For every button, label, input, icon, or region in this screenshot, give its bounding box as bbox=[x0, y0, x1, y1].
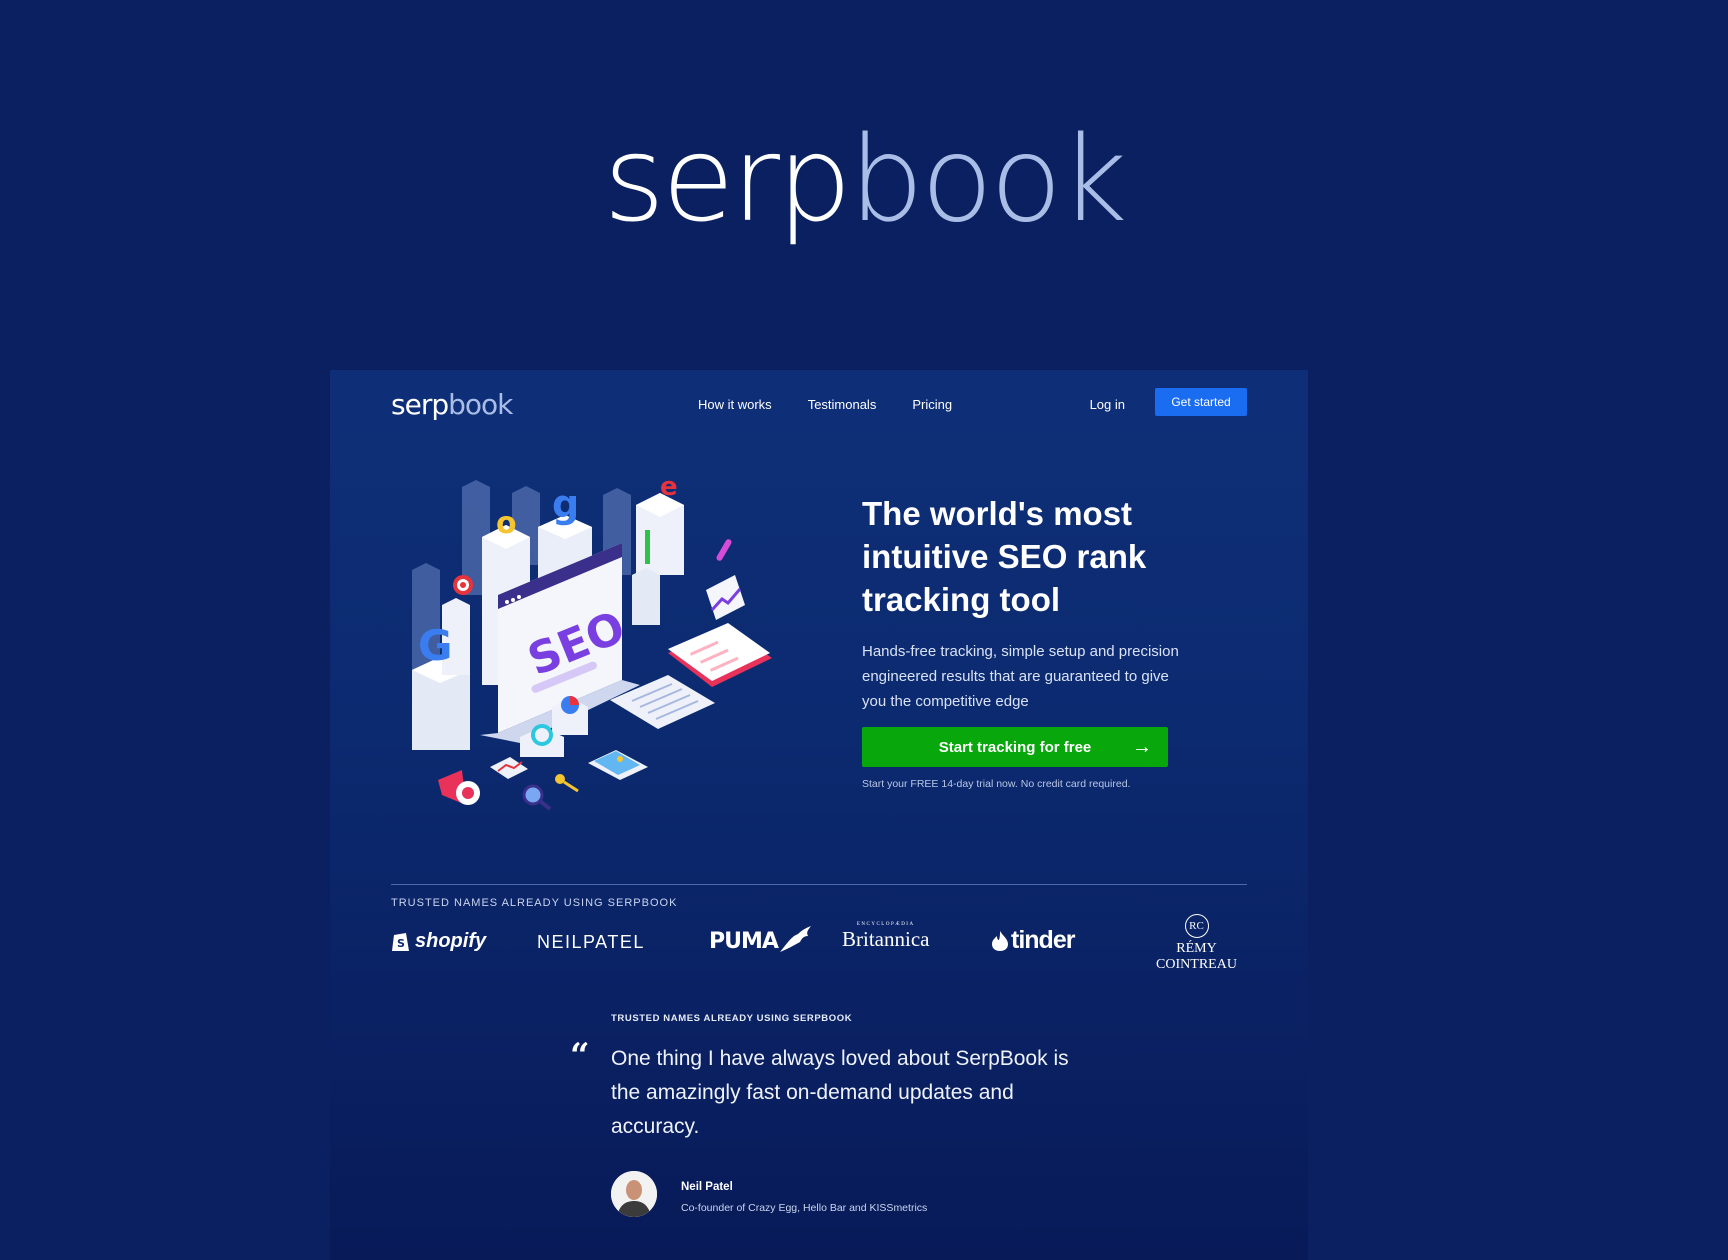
puma-logo: PUMA bbox=[709, 924, 812, 954]
brand-logo-large: serpbook bbox=[0, 120, 1728, 238]
britannica-logo: ENCYCLOPÆDIA Britannica bbox=[842, 922, 929, 952]
svg-text:S: S bbox=[397, 937, 405, 950]
letter-g-blue-icon: G bbox=[418, 621, 452, 670]
remy-wordmark: RÉMY COINTREAU bbox=[1156, 941, 1237, 972]
shopify-wordmark: shopify bbox=[415, 929, 487, 952]
login-link[interactable]: Log in bbox=[1090, 397, 1125, 412]
testimonial-author-role: Co-founder of Crazy Egg, Hello Bar and K… bbox=[681, 1202, 928, 1214]
hero-text: The world's most intuitive SEO rank trac… bbox=[862, 492, 1182, 714]
target-icon bbox=[453, 575, 473, 595]
megaphone-icon bbox=[438, 770, 480, 805]
testimonial-quote: One thing I have always loved about Serp… bbox=[611, 1047, 1069, 1138]
trusted-heading: TRUSTED NAMES ALREADY USING SERPBOOK bbox=[391, 897, 678, 909]
top-navigation: serpbook How it works Testimonals Pricin… bbox=[391, 388, 1247, 428]
nav-links: How it works Testimonals Pricing bbox=[698, 397, 952, 412]
testimonial-author: Neil Patel bbox=[681, 1181, 733, 1193]
client-logos: S shopify NEILPATEL PUMA ENCYCLOPÆDIA Br… bbox=[391, 914, 1251, 972]
person-avatar-icon bbox=[611, 1171, 657, 1217]
trial-note: Start your FREE 14-day trial now. No cre… bbox=[862, 778, 1131, 790]
neilpatel-logo: NEILPATEL bbox=[537, 932, 645, 952]
start-tracking-label: Start tracking for free bbox=[938, 738, 1092, 756]
quote-mark-icon: “ bbox=[570, 1036, 590, 1076]
tinder-wordmark: tinder bbox=[1011, 926, 1075, 954]
shopify-bag-icon: S bbox=[392, 933, 409, 951]
key-icon bbox=[555, 774, 579, 793]
nav-logo[interactable]: serpbook bbox=[391, 388, 513, 421]
magnifier-icon bbox=[522, 784, 552, 811]
brand-logo-serp: serp bbox=[603, 110, 851, 248]
checklist-clipboard-icon bbox=[668, 623, 772, 687]
avatar bbox=[611, 1171, 657, 1217]
tinder-flame-icon bbox=[992, 930, 1008, 951]
letter-g-blue-small-icon: g bbox=[552, 482, 579, 526]
hero-title: The world's most intuitive SEO rank trac… bbox=[862, 495, 1147, 618]
trend-card-icon bbox=[706, 575, 745, 620]
nav-link-how-it-works[interactable]: How it works bbox=[698, 397, 772, 412]
arrow-right-icon: → bbox=[1132, 736, 1152, 758]
remy-monogram-icon: RC bbox=[1184, 914, 1209, 938]
section-divider bbox=[391, 884, 1247, 885]
testimonial-heading: TRUSTED NAMES ALREADY USING SERPBOOK bbox=[611, 1013, 853, 1024]
seo-isometric-illustration: G o g e SEO bbox=[412, 475, 772, 811]
nav-link-pricing[interactable]: Pricing bbox=[912, 397, 952, 412]
brand-logo-book: book bbox=[848, 110, 1128, 248]
nav-logo-book: book bbox=[448, 388, 513, 421]
nav-link-testimonials[interactable]: Testimonals bbox=[808, 397, 877, 412]
letter-e-red-icon: e bbox=[660, 475, 678, 502]
website-preview: serpbook How it works Testimonals Pricin… bbox=[330, 370, 1308, 1260]
puma-wordmark: PUMA bbox=[709, 929, 779, 954]
letter-o-yellow-icon: o bbox=[496, 506, 517, 541]
get-started-button[interactable]: Get started bbox=[1155, 388, 1247, 416]
hero-subtitle: Hands-free tracking, simple setup and pr… bbox=[862, 643, 1179, 710]
puma-cat-icon bbox=[779, 926, 811, 952]
link-chain-icon bbox=[716, 539, 732, 561]
remy-cointreau-logo: RC RÉMY COINTREAU bbox=[1142, 914, 1251, 973]
shopify-logo: S shopify bbox=[391, 929, 486, 953]
small-chart-card-icon bbox=[490, 757, 528, 779]
letter-l-green-icon bbox=[645, 530, 650, 564]
nav-logo-serp: serp bbox=[391, 388, 449, 421]
britannica-wordmark: Britannica bbox=[842, 927, 930, 951]
tinder-logo: tinder bbox=[991, 926, 1075, 955]
image-card-icon bbox=[588, 750, 648, 780]
start-tracking-button[interactable]: Start tracking for free → bbox=[862, 727, 1168, 767]
